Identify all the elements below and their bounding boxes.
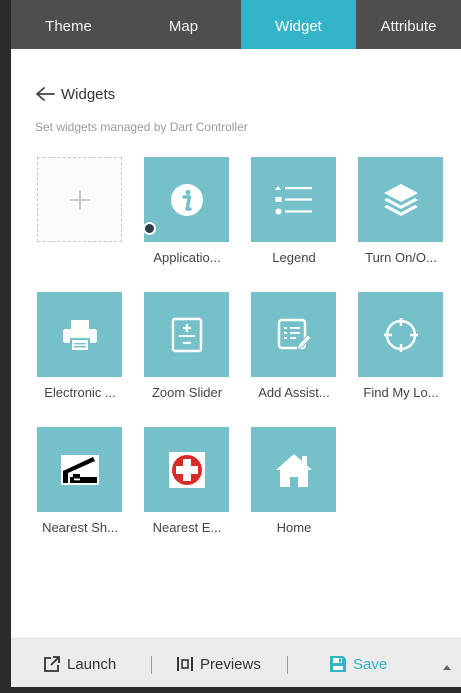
widget-label: Home — [276, 520, 312, 535]
crosshair-icon — [383, 317, 418, 352]
widget-tile — [144, 427, 229, 512]
widget-label: Find My Lo... — [363, 385, 439, 400]
save-label: Save — [353, 655, 388, 673]
widget-label: Add Assist... — [258, 385, 330, 400]
caret-up-icon[interactable] — [443, 665, 451, 670]
widget-add-assistance[interactable]: Add Assist... — [244, 292, 344, 412]
info-icon — [170, 183, 203, 216]
zoom-slider-icon — [171, 317, 202, 352]
footer-divider — [287, 656, 288, 674]
widget-tile — [144, 292, 229, 377]
save-button[interactable]: Save — [329, 653, 387, 675]
widget-tile — [358, 292, 443, 377]
widget-label: Nearest Sh... — [42, 520, 118, 535]
external-link-icon — [44, 656, 60, 672]
shelter-icon — [60, 454, 99, 485]
printer-icon — [62, 319, 97, 351]
previews-label: Previews — [200, 655, 261, 673]
widget-home[interactable]: Home — [244, 427, 344, 547]
widget-label: Turn On/O... — [365, 250, 437, 265]
widget-label: Zoom Slider — [151, 385, 223, 400]
tab-theme[interactable]: Theme — [11, 0, 126, 49]
tab-widget-label: Widget — [275, 18, 322, 35]
widget-zoom-slider[interactable]: Zoom Slider — [137, 292, 237, 412]
widget-tile — [144, 157, 229, 242]
add-widget-tile — [37, 157, 122, 242]
tab-attribute[interactable]: Attribute — [356, 0, 461, 49]
widget-label: Nearest E... — [152, 520, 222, 535]
widget-tile — [37, 292, 122, 377]
window-frame-bottom — [0, 687, 461, 693]
widget-electronic-print[interactable]: Electronic ... — [30, 292, 130, 412]
widget-find-my-location[interactable]: Find My Lo... — [351, 292, 451, 412]
widget-grid: Applicatio... Legend Turn On/O... Electr… — [11, 49, 461, 589]
widget-label: Applicatio... — [153, 250, 221, 265]
add-widget-button[interactable] — [30, 157, 130, 277]
red-cross-icon — [168, 451, 205, 488]
widget-nearest-emergency[interactable]: Nearest E... — [137, 427, 237, 547]
plus-icon — [69, 189, 90, 210]
edit-list-icon — [277, 318, 312, 351]
previews-button[interactable]: Previews — [176, 653, 261, 675]
widget-label: Electronic ... — [44, 385, 116, 400]
widget-layer-toggle[interactable]: Turn On/O... — [351, 157, 451, 277]
list-icon — [274, 185, 312, 214]
widget-nearest-shelter[interactable]: Nearest Sh... — [30, 427, 130, 547]
widget-tile — [251, 427, 336, 512]
launch-label: Launch — [67, 655, 117, 673]
tab-attribute-label: Attribute — [380, 18, 437, 35]
tab-map-label: Map — [168, 18, 199, 35]
widget-tile — [358, 157, 443, 242]
tab-map[interactable]: Map — [126, 0, 241, 49]
widget-label: Legend — [272, 250, 316, 265]
widget-legend[interactable]: Legend — [244, 157, 344, 277]
widget-tile — [37, 427, 122, 512]
builder-footer: Launch Previews Save — [11, 638, 461, 687]
tab-widget[interactable]: Widget — [241, 0, 356, 49]
tab-theme-label: Theme — [45, 18, 92, 35]
footer-divider — [151, 656, 152, 674]
tab-bar: Theme Map Widget Attribute — [11, 0, 461, 49]
widget-tile — [251, 292, 336, 377]
widget-tile — [251, 157, 336, 242]
home-icon — [275, 453, 312, 487]
window-frame-left — [0, 0, 11, 693]
launch-button[interactable]: Launch — [43, 653, 116, 675]
widget-panel: Widgets Set widgets managed by Dart Cont… — [11, 49, 461, 638]
preview-devices-icon — [177, 657, 193, 671]
save-icon — [330, 656, 346, 672]
widget-application[interactable]: Applicatio... — [137, 157, 237, 277]
configured-indicator — [143, 222, 156, 235]
layers-icon — [383, 183, 418, 216]
